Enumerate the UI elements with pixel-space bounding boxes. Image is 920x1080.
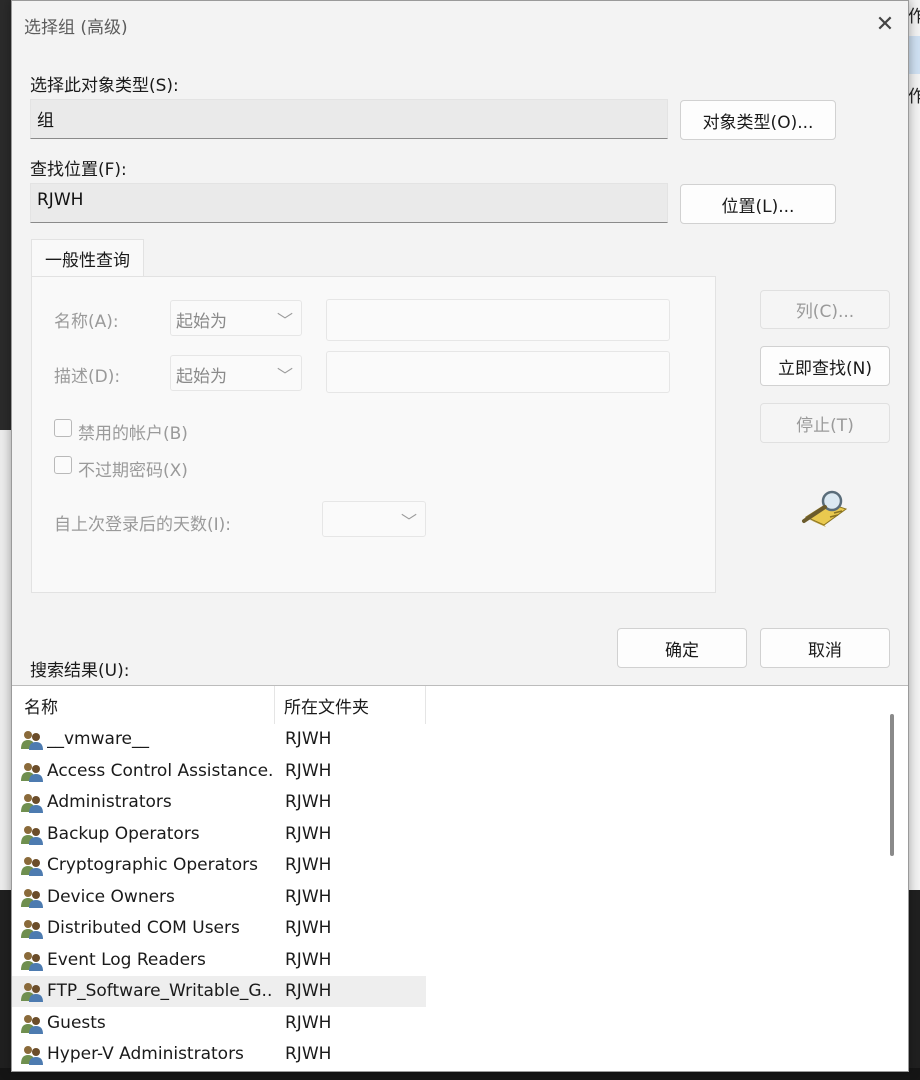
background-window-text: 作	[908, 7, 920, 27]
cancel-button[interactable]: 取消	[760, 628, 890, 668]
select-groups-dialog: 选择组 (高级) ✕ 选择此对象类型(S): 组 对象类型(O)... 查找位置…	[11, 0, 909, 1072]
column-header-name-label: 名称	[24, 697, 58, 718]
location-field: RJWH	[30, 183, 668, 223]
object-type-label: 选择此对象类型(S):	[30, 76, 179, 96]
table-row[interactable]: Administrators RJWH	[12, 787, 426, 818]
group-name: Access Control Assistance...	[47, 760, 273, 781]
description-label: 描述(D):	[54, 367, 121, 387]
group-name: FTP_Software_Writable_G...	[47, 981, 273, 1001]
name-mode-select: 起始为 ﹀	[170, 300, 302, 336]
chevron-down-icon: ﹀	[400, 512, 417, 531]
group-name: Guests	[47, 1012, 106, 1033]
group-icon	[20, 918, 44, 940]
group-folder: RJWH	[285, 729, 332, 749]
table-row[interactable]: Cryptographic Operators RJWH	[12, 850, 426, 881]
days-since-logon-select: ﹀	[322, 501, 426, 537]
group-icon	[20, 981, 44, 1003]
table-row[interactable]: Access Control Assistance... RJWH	[12, 756, 426, 787]
group-icon	[20, 1044, 44, 1066]
group-icon	[20, 761, 44, 783]
group-name: Device Owners	[47, 886, 175, 907]
group-name: Backup Operators	[47, 823, 200, 844]
background-window-highlight	[908, 36, 920, 74]
object-types-button[interactable]: 对象类型(O)...	[680, 100, 836, 140]
group-folder: RJWH	[285, 981, 332, 1001]
background-window-text: 作	[908, 87, 920, 107]
table-row[interactable]: Device Owners RJWH	[12, 882, 426, 913]
column-header-folder[interactable]: 所在文件夹	[284, 686, 424, 724]
group-name: Event Log Readers	[47, 949, 206, 970]
stop-button: 停止(T)	[760, 403, 890, 443]
disabled-accounts-checkbox	[54, 419, 72, 437]
table-row[interactable]: Hyper-V Administrators RJWH	[12, 1039, 426, 1070]
close-icon: ✕	[875, 11, 895, 37]
table-row[interactable]: Guests RJWH	[12, 1008, 426, 1039]
name-mode-value: 起始为	[176, 312, 227, 332]
group-folder: RJWH	[285, 792, 332, 812]
group-name: __vmware__	[47, 729, 150, 749]
group-folder: RJWH	[285, 855, 332, 875]
chevron-down-icon: ﹀	[276, 366, 293, 385]
description-input	[326, 351, 670, 393]
days-since-logon-label: 自上次登录后的天数(I):	[54, 515, 232, 535]
group-folder: RJWH	[285, 823, 332, 844]
group-name: Hyper-V Administrators	[47, 1044, 244, 1064]
name-label: 名称(A):	[54, 312, 119, 332]
group-name: Distributed COM Users	[47, 918, 240, 938]
table-row[interactable]: Distributed COM Users RJWH	[12, 913, 426, 944]
search-results-label: 搜索结果(U):	[30, 661, 130, 681]
locations-button[interactable]: 位置(L)...	[680, 184, 836, 224]
object-type-field: 组	[30, 99, 668, 139]
ok-button[interactable]: 确定	[617, 628, 747, 668]
search-results-list[interactable]: 名称 所在文件夹 __vmware__ RJWH Access Control As…	[12, 685, 908, 1071]
non-expiring-password-checkbox	[54, 456, 72, 474]
group-folder: RJWH	[285, 760, 332, 781]
location-label: 查找位置(F):	[30, 160, 127, 180]
tab-common-queries[interactable]: 一般性查询	[31, 239, 144, 277]
description-mode-select: 起始为 ﹀	[170, 355, 302, 391]
group-folder: RJWH	[285, 886, 332, 907]
columns-button: 列(C)...	[760, 290, 890, 329]
group-icon	[20, 950, 44, 972]
scrollbar-thumb[interactable]	[890, 714, 894, 856]
group-folder: RJWH	[285, 918, 332, 938]
group-folder: RJWH	[285, 1044, 332, 1064]
group-icon	[20, 887, 44, 909]
description-mode-value: 起始为	[176, 367, 227, 387]
find-now-button[interactable]: 立即查找(N)	[760, 346, 890, 386]
group-icon	[20, 855, 44, 877]
table-row[interactable]: FTP_Software_Writable_G... RJWH	[12, 976, 426, 1007]
close-button[interactable]: ✕	[862, 1, 908, 47]
group-name: Administrators	[47, 792, 172, 812]
dialog-title: 选择组 (高级)	[24, 18, 128, 38]
non-expiring-password-label: 不过期密码(X)	[78, 461, 188, 481]
table-row[interactable]: __vmware__ RJWH	[12, 724, 426, 755]
disabled-accounts-label: 禁用的帐户(B)	[78, 424, 188, 444]
column-divider[interactable]	[274, 686, 275, 724]
group-folder: RJWH	[285, 1012, 332, 1033]
common-queries-panel: 名称(A): 起始为 ﹀ 描述(D): 起始为 ﹀ 禁用的帐户(B) 不过期密码…	[31, 276, 716, 593]
table-row[interactable]: Event Log Readers RJWH	[12, 945, 426, 976]
name-input	[326, 299, 670, 341]
search-animation-icon	[802, 490, 848, 527]
group-icon	[20, 1013, 44, 1035]
group-icon	[20, 824, 44, 846]
column-header-name[interactable]: 名称	[24, 686, 274, 724]
chevron-down-icon: ﹀	[276, 311, 293, 330]
group-icon	[20, 729, 44, 751]
background-window-edge	[908, 0, 920, 890]
group-folder: RJWH	[285, 949, 332, 970]
column-header-folder-label: 所在文件夹	[284, 697, 369, 718]
group-icon	[20, 792, 44, 814]
title-bar: 选择组 (高级) ✕	[12, 1, 908, 47]
group-name: Cryptographic Operators	[47, 855, 258, 875]
column-divider[interactable]	[425, 686, 426, 724]
table-row[interactable]: Backup Operators RJWH	[12, 819, 426, 850]
